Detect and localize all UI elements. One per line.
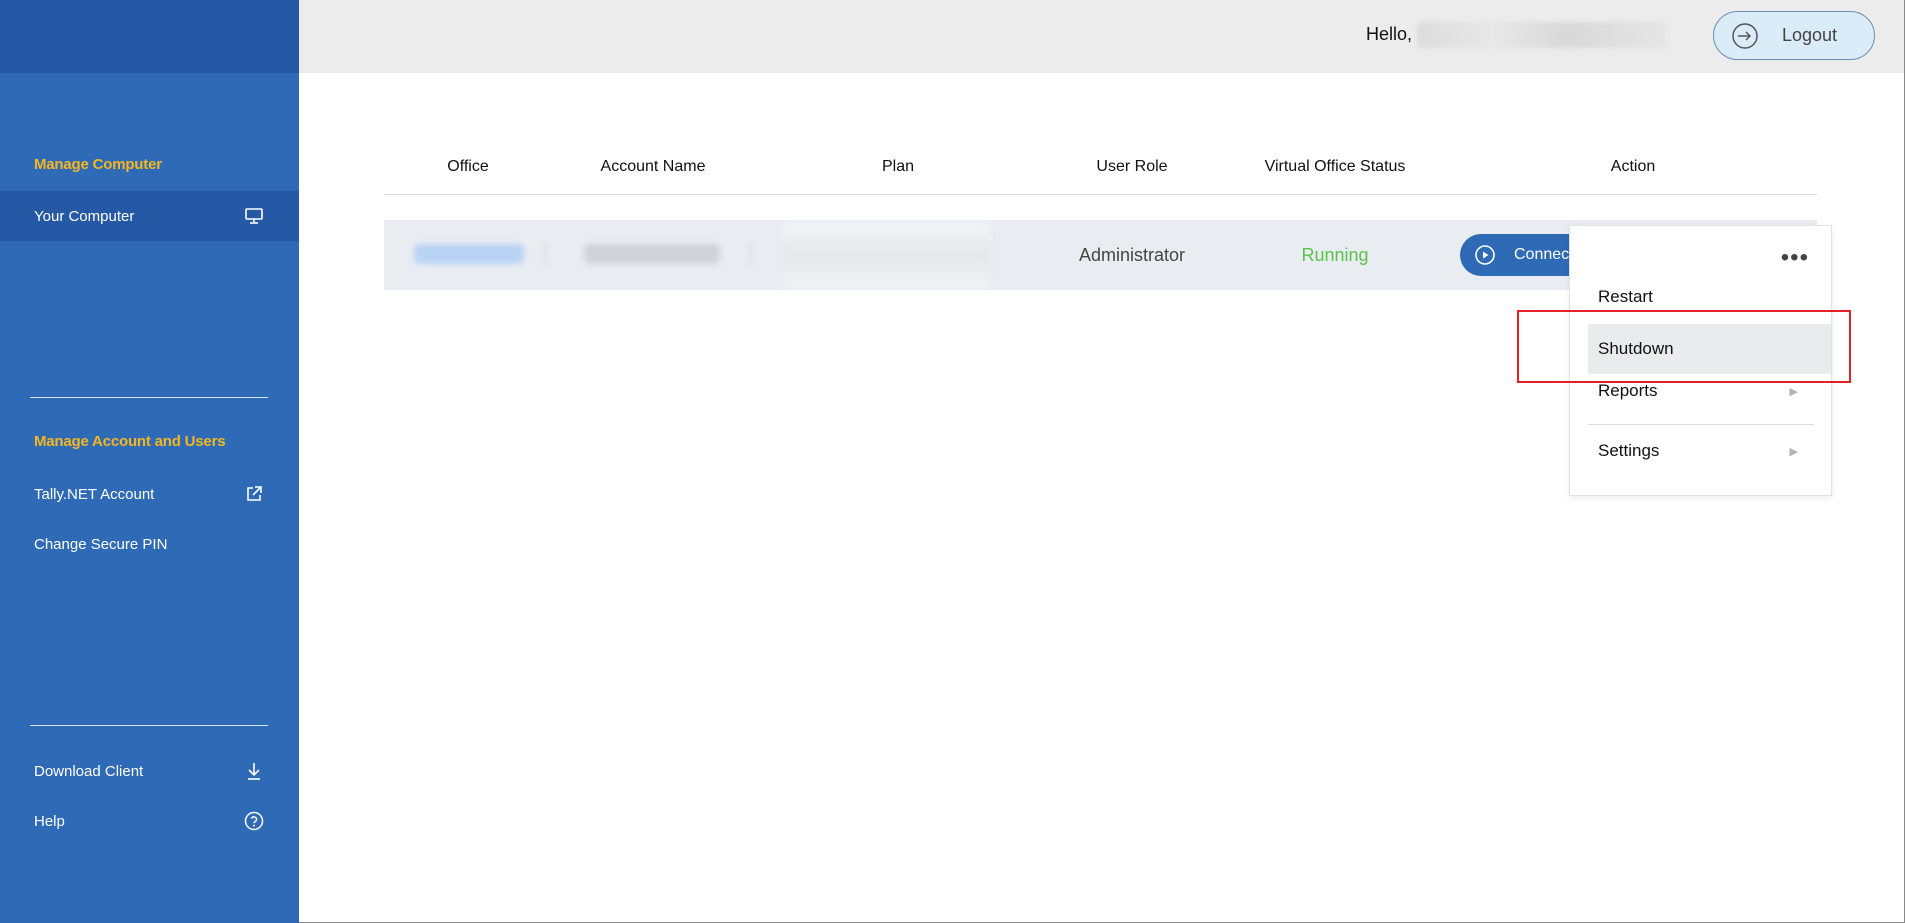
sidebar-item-download-client[interactable]: Download Client	[0, 746, 299, 796]
download-icon	[243, 760, 265, 782]
cell-separator	[544, 244, 546, 266]
user-role-cell: Administrator	[1078, 245, 1186, 265]
redacted-user-name	[1417, 22, 1667, 48]
more-options-icon[interactable]: •••	[1781, 244, 1809, 272]
column-header-user-role: User Role	[1096, 158, 1168, 175]
section-manage-account: Manage Account and Users	[34, 433, 226, 450]
menu-item-label: Settings	[1598, 441, 1660, 460]
sidebar-item-label: Help	[34, 812, 65, 830]
submenu-arrow-icon: ▶	[1789, 445, 1798, 458]
sidebar: Manage Computer Your Computer Manage Acc…	[0, 0, 299, 923]
logout-button[interactable]: Logout	[1713, 11, 1875, 60]
sidebar-item-change-pin[interactable]: Change Secure PIN	[0, 519, 299, 569]
menu-item-label: Restart	[1598, 287, 1653, 306]
column-header-account-name: Account Name	[600, 158, 706, 175]
column-header-action: Action	[1610, 158, 1656, 175]
redacted-office-link[interactable]	[414, 244, 524, 264]
submenu-arrow-icon: ▶	[1789, 385, 1798, 398]
sidebar-divider	[30, 397, 268, 398]
cell-separator	[750, 244, 752, 266]
logout-label: Logout	[1782, 25, 1838, 45]
status-badge: Running	[1301, 245, 1369, 265]
sidebar-item-label: Tally.NET Account	[34, 485, 155, 503]
menu-item-label: Reports	[1598, 381, 1658, 400]
section-manage-computer: Manage Computer	[34, 156, 162, 173]
highlight-annotation-box	[1517, 310, 1851, 383]
sidebar-brand-area	[0, 0, 299, 73]
connect-label: Connect	[1514, 246, 1574, 263]
sidebar-item-label: Download Client	[34, 762, 144, 780]
sidebar-item-label: Your Computer	[34, 207, 135, 225]
monitor-icon	[243, 205, 265, 227]
menu-divider	[1588, 424, 1814, 425]
redacted-plan	[783, 222, 990, 288]
sidebar-item-label: Change Secure PIN	[34, 535, 168, 553]
sidebar-item-help[interactable]: Help	[0, 796, 299, 846]
menu-item-settings[interactable]: Settings ▶	[1588, 426, 1814, 476]
redacted-account-name	[584, 244, 720, 264]
column-header-office: Office	[447, 158, 489, 175]
play-circle-icon	[1475, 245, 1495, 265]
logout-icon	[1730, 21, 1760, 51]
column-header-plan: Plan	[881, 158, 915, 175]
sidebar-divider	[30, 725, 268, 726]
sidebar-item-your-computer[interactable]: Your Computer	[0, 191, 299, 241]
column-header-status: Virtual Office Status	[1264, 158, 1406, 175]
greeting-text: Hello,	[1366, 24, 1413, 44]
external-link-icon	[243, 483, 265, 505]
sidebar-item-tally-account[interactable]: Tally.NET Account	[0, 469, 299, 519]
help-icon	[243, 810, 265, 832]
table-header-divider	[384, 194, 1817, 195]
